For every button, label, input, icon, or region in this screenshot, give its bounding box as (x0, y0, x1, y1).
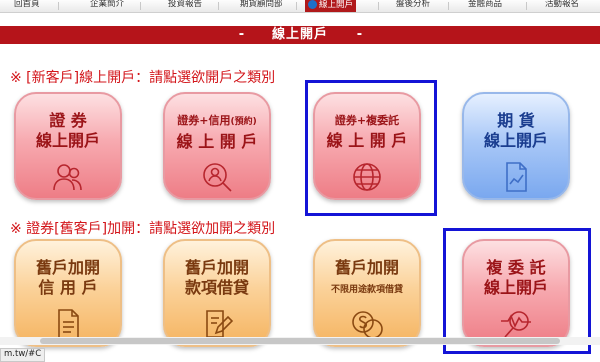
tile-title: 複 委 託 (486, 258, 546, 277)
nav-item-online-account-label: 線上開戶 (319, 0, 354, 10)
nav-item-reports[interactable]: 投資報告 (168, 0, 202, 12)
tile-subtitle: 線上開戶 (483, 278, 548, 297)
existing-customer-heading: ※ 證券[舊客戶]加開：請點選欲加開之類別 (10, 221, 276, 237)
tile-subtitle: 線 上 開 戶 (326, 131, 408, 150)
nav-divider (526, 2, 527, 10)
tile-subtitle: 線上開戶 (35, 131, 100, 150)
document-edit-icon (206, 310, 234, 338)
banner-dash-right: - (356, 27, 364, 42)
magnifier-chart-icon (501, 311, 531, 338)
tile-subtitle: 線上開戶 (483, 131, 548, 150)
nav-divider (296, 2, 297, 10)
document-list-icon (58, 309, 79, 339)
subbrokerage-open-account-tile[interactable]: 複 委 託 線上開戶 (462, 239, 570, 347)
nav-divider (140, 2, 141, 10)
tile-title: 期 貨 (497, 111, 535, 130)
online-badge-icon (308, 0, 317, 9)
tile-subtitle: 線 上 開 戶 (176, 132, 258, 151)
nav-item-home[interactable]: 回首頁 (14, 0, 40, 12)
scrollbar-thumb[interactable] (40, 338, 560, 344)
nav-item-futures-advisory[interactable]: 期貨顧問部 (240, 0, 283, 12)
banner-dash-left: - (238, 27, 246, 42)
tile-title: 證 券 (49, 111, 87, 130)
tile-title-note: (預約) (230, 117, 257, 127)
coins-icon (352, 311, 383, 339)
nav-item-about[interactable]: 企業簡介 (90, 0, 124, 12)
globe-icon (353, 163, 381, 191)
securities-subbrokerage-open-account-tile[interactable]: 證券+複委託 線 上 開 戶 (313, 92, 421, 200)
securities-margin-open-account-tile[interactable]: 證券+信用(預約) 線 上 開 戶 (163, 92, 271, 200)
nav-divider (448, 2, 449, 10)
chart-document-icon (506, 162, 527, 192)
existing-loan-account-tile[interactable]: 舊戶加開 款項借貸 (163, 239, 271, 347)
search-person-icon (203, 163, 232, 192)
tile-title: 證券+信用(預約) (165, 112, 269, 131)
tile-title: 舊戶加開 (35, 258, 100, 277)
nav-item-events[interactable]: 活動報名 (545, 0, 579, 12)
existing-unrestricted-loan-account-tile[interactable]: 舊戶加開 不限用途款項借貸 (313, 239, 421, 347)
nav-divider (58, 2, 59, 10)
tile-title: 舊戶加開 (334, 258, 399, 277)
nav-divider (378, 2, 379, 10)
tile-subtitle: 款項借貸 (184, 278, 249, 297)
horizontal-scrollbar[interactable] (0, 337, 600, 345)
new-customer-heading: ※ [新客戶]線上開戶：請點選欲開戶之類別 (10, 70, 276, 86)
nav-item-online-account[interactable]: 線上開戶 (305, 0, 357, 12)
page-title-banner: - 線上開戶 - (0, 26, 600, 44)
tile-title: 證券+複委託 (334, 114, 400, 127)
tile-subtitle: 不限用途款項借貸 (330, 285, 403, 295)
tile-title-text: 證券+信用 (177, 114, 231, 127)
futures-open-account-tile[interactable]: 期 貨 線上開戶 (462, 92, 570, 200)
nav-item-products[interactable]: 金融商品 (468, 0, 502, 12)
page-title: 線上開戶 (271, 27, 328, 42)
nav-item-post-market[interactable]: 盤後分析 (396, 0, 430, 12)
nav-divider (218, 2, 219, 10)
tile-subtitle: 信 用 戶 (38, 278, 98, 297)
users-icon (53, 164, 82, 191)
existing-margin-account-tile[interactable]: 舊戶加開 信 用 戶 (14, 239, 122, 347)
securities-open-account-tile[interactable]: 證 券 線上開戶 (14, 92, 122, 200)
tile-title: 舊戶加開 (184, 258, 249, 277)
top-navigation: 回首頁 企業簡介 投資報告 期貨顧問部 線上開戶 盤後分析 金融商品 活動報名 (0, 0, 600, 13)
